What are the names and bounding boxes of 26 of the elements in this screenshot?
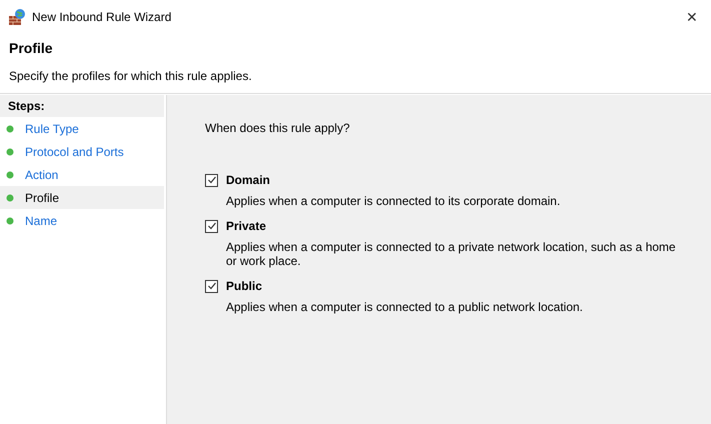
step-item[interactable]: Rule Type bbox=[0, 117, 164, 140]
option-description: Applies when a computer is connected to its corporate domain. bbox=[226, 194, 562, 208]
check-icon bbox=[206, 281, 216, 291]
steps-heading: Steps: bbox=[0, 95, 164, 117]
check-icon bbox=[206, 221, 216, 231]
profile-checkbox[interactable]: Public bbox=[205, 277, 711, 295]
option-description: Applies when a computer is connected to a public network location. bbox=[226, 300, 584, 314]
status-dot-icon bbox=[6, 170, 14, 178]
status-dot-icon bbox=[6, 124, 14, 132]
firewall-icon bbox=[8, 8, 26, 26]
status-dot-icon bbox=[6, 194, 14, 202]
page-subtitle: Specify the profiles for which this rule applies. bbox=[9, 68, 253, 85]
profile-checkbox[interactable]: Private bbox=[205, 217, 711, 235]
option-description: Applies when a computer is connected to a private network location, such as a home or work place. bbox=[226, 240, 676, 268]
window-title: New Inbound Rule Wizard bbox=[32, 9, 172, 26]
step-item[interactable]: Protocol and Ports bbox=[0, 140, 164, 163]
check-icon bbox=[206, 175, 216, 185]
step-item[interactable]: Name bbox=[0, 209, 164, 232]
page-title: Profile bbox=[9, 39, 54, 58]
status-dot-icon bbox=[6, 148, 14, 156]
close-button[interactable]: ✕ bbox=[675, 3, 709, 31]
question-text: When does this rule apply? bbox=[205, 120, 351, 137]
step-item[interactable]: Action bbox=[0, 163, 164, 186]
profile-checkbox[interactable]: Domain bbox=[205, 171, 711, 189]
status-dot-icon bbox=[6, 216, 14, 224]
step-item[interactable]: Profile bbox=[0, 186, 164, 209]
